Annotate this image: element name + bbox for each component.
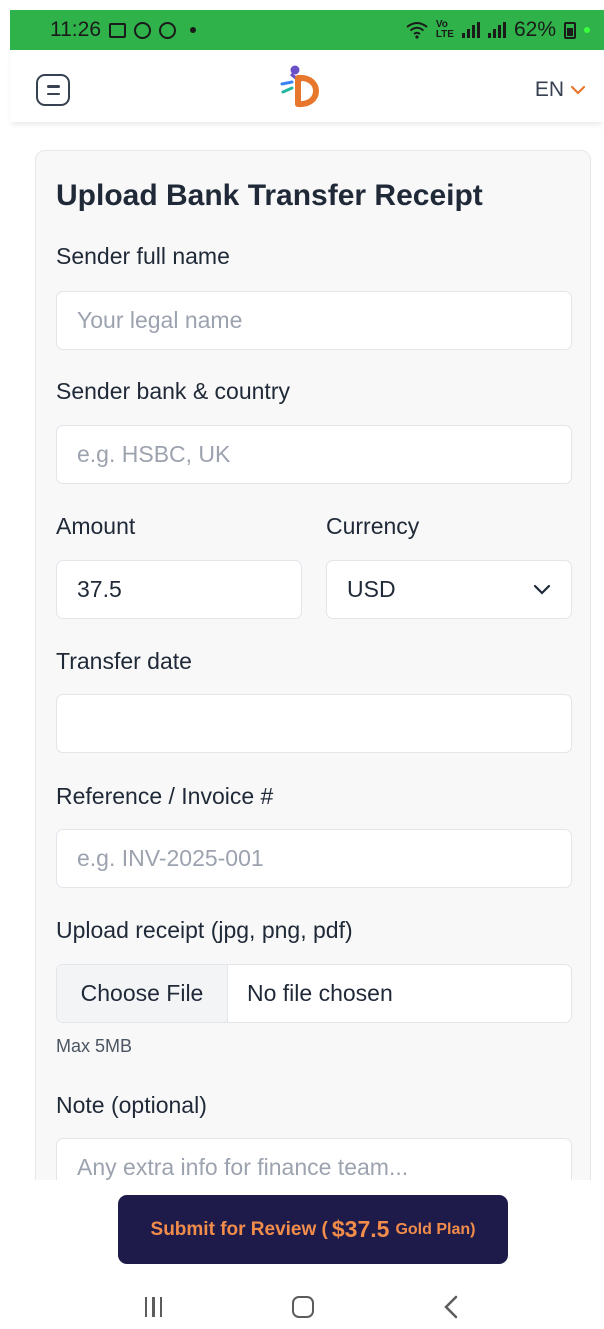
sender-name-placeholder: Your legal name: [77, 307, 243, 333]
sender-name-label: Sender full name: [56, 243, 230, 269]
amount-label: Amount: [56, 513, 136, 539]
menu-line-icon: [46, 92, 60, 95]
upload-label: Upload receipt (jpg, png, pdf): [56, 917, 353, 943]
status-bar: 11:26 Vo LTE 62%: [10, 10, 604, 50]
status-left: 11:26: [50, 18, 196, 42]
receipt-form-card: Upload Bank Transfer Receipt Sender full…: [35, 150, 591, 1250]
submit-plan: Gold Plan): [395, 1220, 476, 1238]
menu-button[interactable]: [36, 74, 70, 106]
sender-bank-label: Sender bank & country: [56, 378, 290, 404]
currency-select[interactable]: USD: [326, 560, 572, 619]
back-icon[interactable]: [443, 1294, 459, 1320]
sender-bank-placeholder: e.g. HSBC, UK: [77, 441, 231, 467]
recents-icon[interactable]: [144, 1296, 163, 1317]
battery-icon: [564, 21, 576, 39]
status-right: Vo LTE 62%: [406, 18, 590, 42]
upload-size-hint: Max 5MB: [56, 1036, 133, 1056]
choose-file-button[interactable]: Choose File: [57, 965, 228, 1022]
home-icon[interactable]: [291, 1295, 314, 1318]
app-logo-icon[interactable]: [278, 62, 326, 110]
battery-percent: 62%: [513, 18, 556, 41]
status-time: 11:26: [50, 18, 101, 41]
more-notifications-icon: [190, 27, 196, 33]
sender-bank-input[interactable]: e.g. HSBC, UK: [56, 425, 572, 484]
gallery-notification-icon: [109, 22, 126, 38]
system-nav-bar: [0, 1284, 604, 1329]
file-status: No file chosen: [247, 980, 393, 1006]
reference-label: Reference / Invoice #: [56, 783, 274, 809]
transfer-date-input[interactable]: [56, 694, 572, 753]
charging-dot-icon: [584, 27, 590, 33]
signal-1-icon: [461, 22, 480, 38]
submit-review-button[interactable]: Submit for Review ( $37.5 Gold Plan): [118, 1195, 508, 1264]
instagram-notification-icon: [134, 21, 151, 39]
note-placeholder: Any extra info for finance team...: [77, 1154, 409, 1180]
form-title: Upload Bank Transfer Receipt: [56, 179, 483, 212]
app-header: EN: [10, 50, 604, 122]
language-selector[interactable]: EN: [535, 78, 586, 102]
reference-placeholder: e.g. INV-2025-001: [77, 845, 264, 871]
amount-input[interactable]: 37.5: [56, 560, 302, 619]
menu-line-icon: [46, 85, 60, 88]
submit-prefix: Submit for Review (: [150, 1218, 328, 1240]
transfer-date-label: Transfer date: [56, 648, 192, 674]
currency-value: USD: [347, 576, 396, 602]
chevron-down-icon: [570, 85, 586, 95]
volte-icon: Vo LTE: [435, 19, 454, 40]
signal-2-icon: [487, 22, 506, 38]
sender-name-input[interactable]: Your legal name: [56, 291, 572, 350]
whatsapp-notification-icon: [159, 21, 176, 39]
wifi-icon: [406, 22, 428, 39]
language-label: EN: [534, 78, 564, 101]
receipt-file-input[interactable]: Choose File No file chosen: [56, 964, 572, 1023]
chevron-down-icon: [533, 584, 551, 595]
note-label: Note (optional): [56, 1092, 207, 1118]
currency-label: Currency: [326, 513, 420, 539]
reference-input[interactable]: e.g. INV-2025-001: [56, 829, 572, 888]
amount-value: 37.5: [77, 576, 122, 602]
submit-amount: $37.5: [331, 1216, 390, 1242]
